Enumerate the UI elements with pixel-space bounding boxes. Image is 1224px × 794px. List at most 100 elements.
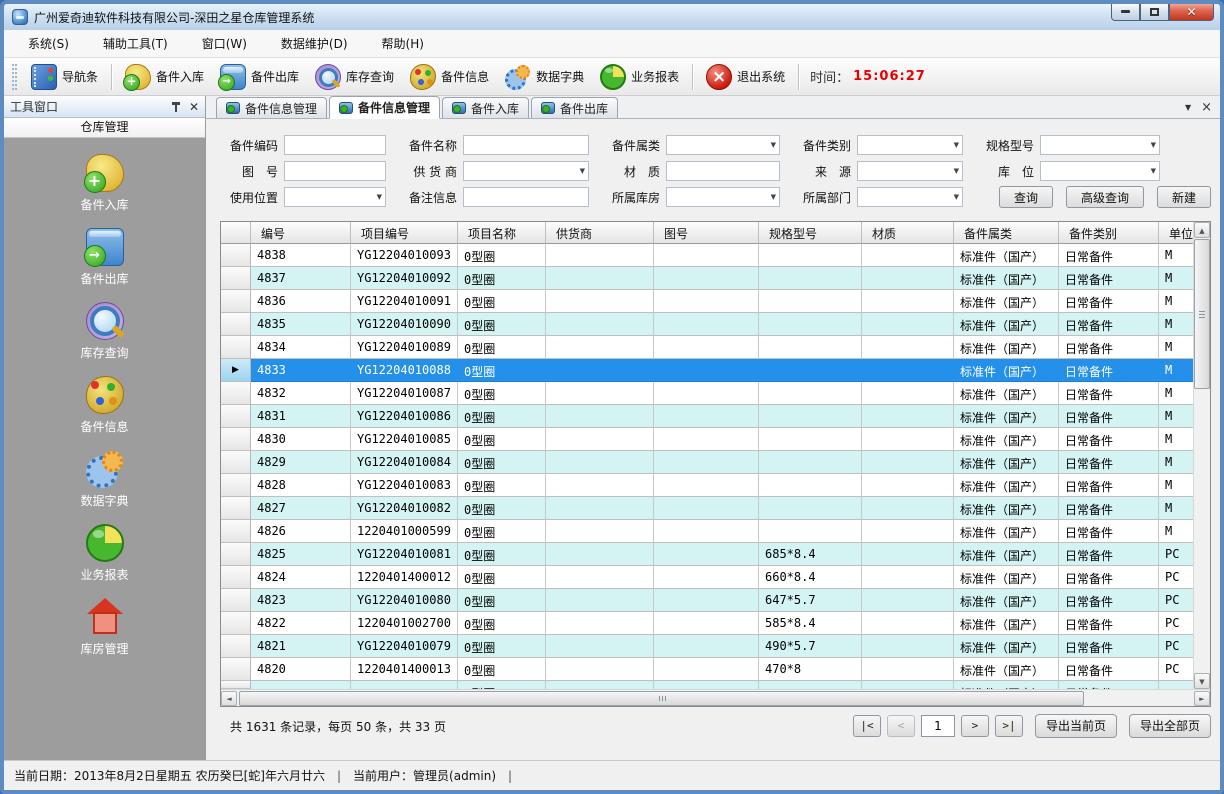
table-row[interactable]: 4823YG122040100800型圈647*5.7标准件（国产）日常备件PC bbox=[221, 589, 1194, 612]
toolbar-report-button[interactable]: 业务报表 bbox=[592, 61, 687, 93]
first-page-button[interactable]: |< bbox=[853, 715, 881, 737]
column-header-material[interactable]: 材质 bbox=[862, 222, 954, 244]
sidebar-item-data-dict[interactable]: 数据字典 bbox=[4, 450, 205, 509]
row-selector-cell[interactable] bbox=[221, 382, 251, 405]
maximize-button[interactable] bbox=[1140, 3, 1169, 21]
next-page-button[interactable]: > bbox=[961, 715, 989, 737]
toolbar-exit-button[interactable]: 退出系统 bbox=[698, 61, 793, 93]
form-select-0-2[interactable] bbox=[666, 135, 780, 155]
scroll-left-icon[interactable]: ◄ bbox=[221, 691, 237, 706]
horizontal-scrollbar[interactable]: ◄ ► bbox=[221, 689, 1210, 706]
search-button-1[interactable]: 高级查询 bbox=[1066, 186, 1144, 208]
table-row[interactable]: 482412204014000120型圈660*8.4标准件（国产）日常备件PC bbox=[221, 566, 1194, 589]
table-row[interactable]: 4835YG122040100900型圈标准件（国产）日常备件M bbox=[221, 313, 1194, 336]
last-page-button[interactable]: >| bbox=[995, 715, 1023, 737]
row-selector-cell[interactable] bbox=[221, 244, 251, 267]
form-select-1-3[interactable] bbox=[857, 161, 963, 181]
form-input-0-1[interactable] bbox=[463, 135, 589, 155]
row-selector-cell[interactable] bbox=[221, 681, 251, 689]
toolbar-stock-out-button[interactable]: 备件出库 bbox=[212, 61, 307, 93]
vertical-scroll-thumb[interactable] bbox=[1194, 239, 1210, 389]
row-selector-cell[interactable] bbox=[221, 451, 251, 474]
table-row[interactable]: 4821YG122040100790型圈490*5.7标准件（国产）日常备件PC bbox=[221, 635, 1194, 658]
form-select-2-0[interactable] bbox=[284, 187, 386, 207]
row-selector-cell[interactable] bbox=[221, 428, 251, 451]
tab-close-icon[interactable]: × bbox=[1201, 100, 1212, 115]
table-row[interactable]: 4825YG122040100810型圈685*8.4标准件（国产）日常备件PC bbox=[221, 543, 1194, 566]
export-all-pages-button[interactable]: 导出全部页 bbox=[1129, 714, 1211, 738]
search-button-0[interactable]: 查询 bbox=[999, 186, 1053, 208]
tab-0[interactable]: 备件信息管理 bbox=[216, 97, 327, 118]
row-selector-cell[interactable] bbox=[221, 635, 251, 658]
table-row[interactable]: 4828YG122040100830型圈标准件（国产）日常备件M bbox=[221, 474, 1194, 497]
horizontal-scroll-thumb[interactable] bbox=[239, 691, 1084, 706]
row-selector-cell[interactable] bbox=[221, 566, 251, 589]
form-select-0-4[interactable] bbox=[1040, 135, 1160, 155]
close-button[interactable]: ✕ bbox=[1169, 3, 1214, 21]
sidebar-item-stock-in[interactable]: 备件入库 bbox=[4, 154, 205, 213]
toolbar-data-dict-button[interactable]: 数据字典 bbox=[497, 61, 592, 93]
prev-page-button[interactable]: < bbox=[887, 715, 915, 737]
toolbar-inventory-query-button[interactable]: 库存查询 bbox=[307, 61, 402, 93]
search-button-2[interactable]: 新建 bbox=[1157, 186, 1211, 208]
table-row[interactable]: 4830YG122040100850型圈标准件（国产）日常备件M bbox=[221, 428, 1194, 451]
table-row[interactable]: 482612204010005990型圈标准件（国产）日常备件M bbox=[221, 520, 1194, 543]
menu-item-1[interactable]: 辅助工具(T) bbox=[91, 31, 180, 56]
export-current-page-button[interactable]: 导出当前页 bbox=[1035, 714, 1117, 738]
row-selector-cell[interactable] bbox=[221, 405, 251, 428]
form-input-0-0[interactable] bbox=[284, 135, 386, 155]
column-header-name[interactable]: 项目名称 bbox=[458, 222, 546, 244]
row-selector-cell[interactable] bbox=[221, 612, 251, 635]
row-selector-cell[interactable] bbox=[221, 290, 251, 313]
table-row[interactable]: 4837YG122040100920型圈标准件（国产）日常备件M bbox=[221, 267, 1194, 290]
row-selector-cell[interactable] bbox=[221, 589, 251, 612]
form-select-2-3[interactable] bbox=[857, 187, 963, 207]
row-selector-cell[interactable] bbox=[221, 313, 251, 336]
column-header-spec[interactable]: 规格型号 bbox=[759, 222, 862, 244]
column-header-id[interactable]: 编号 bbox=[251, 222, 351, 244]
scroll-up-icon[interactable]: ▲ bbox=[1194, 222, 1210, 238]
form-select-2-2[interactable] bbox=[666, 187, 780, 207]
row-selector-cell[interactable] bbox=[221, 336, 251, 359]
toolbar-grip[interactable] bbox=[12, 64, 17, 90]
tab-2[interactable]: 备件入库 bbox=[442, 97, 529, 118]
table-row[interactable]: 4831YG122040100860型圈标准件（国产）日常备件M bbox=[221, 405, 1194, 428]
sidebar-item-report[interactable]: 业务报表 bbox=[4, 524, 205, 583]
sidebar-item-inventory-query[interactable]: 库存查询 bbox=[4, 302, 205, 361]
toolbar-parts-info-button[interactable]: 备件信息 bbox=[402, 61, 497, 93]
sidebar-item-warehouse[interactable]: 库房管理 bbox=[4, 598, 205, 657]
row-selector-cell[interactable] bbox=[221, 267, 251, 290]
column-header-drawing[interactable]: 图号 bbox=[654, 222, 759, 244]
table-row[interactable]: 4832YG122040100870型圈标准件（国产）日常备件M bbox=[221, 382, 1194, 405]
column-header-unit[interactable]: 单位 bbox=[1159, 222, 1194, 244]
sidebar-item-stock-out[interactable]: 备件出库 bbox=[4, 228, 205, 287]
pin-icon[interactable] bbox=[171, 101, 181, 113]
column-header-category[interactable]: 备件类别 bbox=[1059, 222, 1159, 244]
table-row[interactable]: 0型圈标准件（国产）日常备件 bbox=[221, 681, 1194, 689]
sidebar-section-header[interactable]: 仓库管理 bbox=[4, 118, 205, 138]
row-selector-cell[interactable] bbox=[221, 520, 251, 543]
form-select-1-1[interactable] bbox=[463, 161, 589, 181]
scroll-right-icon[interactable]: ► bbox=[1194, 691, 1210, 706]
tab-3[interactable]: 备件出库 bbox=[531, 97, 618, 118]
form-select-1-4[interactable] bbox=[1040, 161, 1160, 181]
minimize-button[interactable] bbox=[1111, 3, 1140, 21]
table-row[interactable]: 4836YG122040100910型圈标准件（国产）日常备件M bbox=[221, 290, 1194, 313]
menu-item-0[interactable]: 系统(S) bbox=[16, 31, 81, 56]
column-header-supplier[interactable]: 供货商 bbox=[546, 222, 654, 244]
tab-1[interactable]: 备件信息管理 bbox=[329, 96, 440, 119]
form-input-1-2[interactable] bbox=[666, 161, 780, 181]
column-header-attr[interactable]: 备件属类 bbox=[954, 222, 1059, 244]
toolbar-stock-in-button[interactable]: 备件入库 bbox=[117, 61, 212, 93]
table-row[interactable]: 482012204014000130型圈470*8标准件（国产）日常备件PC bbox=[221, 658, 1194, 681]
form-input-2-1[interactable] bbox=[463, 187, 589, 207]
menu-item-4[interactable]: 帮助(H) bbox=[370, 31, 436, 56]
menu-item-2[interactable]: 窗口(W) bbox=[190, 31, 259, 56]
toolwindow-close-icon[interactable]: ✕ bbox=[189, 100, 199, 114]
table-row[interactable]: 4829YG122040100840型圈标准件（国产）日常备件M bbox=[221, 451, 1194, 474]
table-row[interactable]: 482212204010027000型圈585*8.4标准件（国产）日常备件PC bbox=[221, 612, 1194, 635]
sidebar-item-parts-info[interactable]: 备件信息 bbox=[4, 376, 205, 435]
form-select-0-3[interactable] bbox=[857, 135, 963, 155]
tab-dropdown-icon[interactable]: ▼ bbox=[1185, 103, 1191, 112]
table-row[interactable]: ▶4833YG122040100880型圈标准件（国产）日常备件M bbox=[221, 359, 1194, 382]
